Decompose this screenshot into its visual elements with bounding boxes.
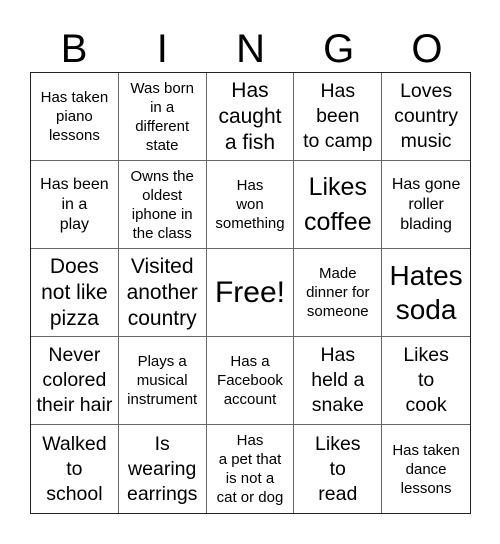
cell-text: Has caught a fish [218,78,282,154]
cell-text: Loves country music [394,80,459,152]
header-letter-g: G [323,27,355,71]
bingo-header: B I N G O [30,26,471,72]
cell-text: Has won something [215,177,285,232]
header-letter-i: I [156,27,168,71]
cell-text: Has gone roller blading [391,175,461,233]
bingo-cell-r2-c3[interactable]: Has won something [206,161,295,249]
cell-text: Is wearing earrings [126,432,198,505]
bingo-cell-r1-c3[interactable]: Has caught a fish [206,73,295,161]
bingo-cell-r1-c4[interactable]: Has been to camp [294,73,383,161]
cell-text: Has held a snake [311,344,365,416]
bingo-cell-r2-c4[interactable]: Likes coffee [294,161,383,249]
cell-text: Likes to cook [403,344,449,416]
header-letter-n: N [236,27,265,71]
bingo-cell-r2-c1[interactable]: Has been in a play [31,161,119,249]
cell-text: Has taken piano lessons [40,89,109,144]
bingo-cell-r5-c3[interactable]: Has a pet that is not a cat or dog [207,425,295,513]
cell-text: Plays a musical instrument [127,353,198,408]
bingo-cell-r2-c5[interactable]: Has gone roller blading [382,161,470,249]
cell-text: Made dinner for someone [306,265,370,320]
bingo-cell-r5-c4[interactable]: Likes to read [294,425,383,513]
bingo-cell-r1-c2[interactable]: Was born in a different state [118,73,207,161]
cell-text: Hates soda [389,259,463,325]
cell-text: Does not like pizza [41,254,108,330]
header-letter-b: B [60,27,88,71]
bingo-cell-r5-c2[interactable]: Is wearing earrings [119,425,207,513]
cell-text: Has a Facebook account [217,353,283,408]
header-letter-o: O [411,27,443,71]
bingo-cell-r4-c3[interactable]: Has a Facebook account [206,337,295,425]
cell-text: Visited another country [126,254,198,330]
bingo-cell-r4-c4[interactable]: Has held a snake [294,337,383,425]
bingo-cell-r4-c2[interactable]: Plays a musical instrument [118,337,207,425]
bingo-cell-r2-c2[interactable]: Owns the oldest iphone in the class [118,161,207,249]
bingo-cell-r1-c5[interactable]: Loves country music [382,73,470,161]
cell-text: Never colored their hair [36,344,113,416]
cell-text: Has been in a play [40,175,109,233]
free-space-text: Free! [214,275,285,309]
cell-text: Has been to camp [303,80,373,152]
bingo-cell-r4-c1[interactable]: Never colored their hair [31,337,119,425]
cell-text: Likes to read [315,432,361,505]
bingo-cell-r5-c5[interactable]: Has taken dance lessons [382,425,470,513]
bingo-card: Has taken piano lessons Was born in a di… [30,72,471,514]
bingo-cell-r4-c5[interactable]: Likes to cook [382,337,470,425]
bingo-cell-r3-c2[interactable]: Visited another country [118,249,207,337]
bingo-cell-r3-c4[interactable]: Made dinner for someone [294,249,383,337]
bingo-cell-r3-c1[interactable]: Does not like pizza [31,249,119,337]
cell-text: Owns the oldest iphone in the class [130,167,194,242]
cell-text: Has taken dance lessons [392,441,460,497]
bingo-cell-free[interactable]: Free! [206,249,295,337]
bingo-cell-r1-c1[interactable]: Has taken piano lessons [31,73,119,161]
bingo-cell-r5-c1[interactable]: Walked to school [31,425,119,513]
bingo-cell-r3-c5[interactable]: Hates soda [382,249,470,337]
cell-text: Walked to school [42,432,107,505]
cell-text: Likes coffee [303,172,372,236]
cell-text: Has a pet that is not a cat or dog [216,432,284,506]
cell-text: Was born in a different state [130,79,195,154]
